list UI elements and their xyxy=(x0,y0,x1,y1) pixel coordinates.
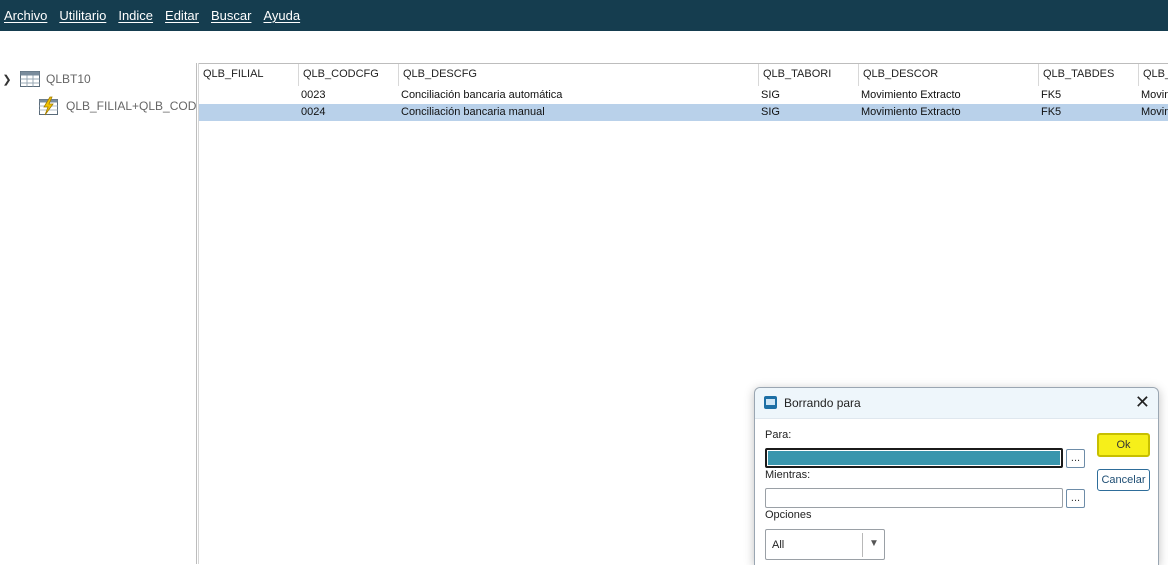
column-header[interactable]: QLB_TABORI xyxy=(759,64,859,86)
table-row[interactable]: 0023 Conciliación bancaria automática SI… xyxy=(199,87,1168,104)
menu-archivo[interactable]: Archivo xyxy=(0,8,55,23)
column-header[interactable]: QLB_CODCFG xyxy=(299,64,399,86)
cell-tabdes: FK5 xyxy=(1041,106,1062,118)
opciones-value: All xyxy=(772,539,785,551)
ok-button[interactable]: Ok xyxy=(1097,433,1150,457)
column-header[interactable]: QLB_TABDES xyxy=(1039,64,1139,86)
tree-item-table[interactable]: ❯ QLBT10 xyxy=(0,68,91,90)
table-icon xyxy=(20,71,40,87)
dialog-titlebar[interactable]: Borrando para ✕ xyxy=(755,388,1158,419)
para-label: Para: xyxy=(765,429,792,441)
tree-index-label: QLB_FILIAL+QLB_CODCFG xyxy=(66,99,196,113)
cell-filial xyxy=(199,87,299,104)
grid-header: QLB_FILIAL QLB_CODCFG QLB_DESCFG QLB_TAB… xyxy=(199,64,1168,86)
menu-editar[interactable]: Editar xyxy=(161,8,207,23)
table-tree: ❯ QLBT10 QLB_FILIAL+QLB_CODCFG xyxy=(0,63,196,564)
menu-indice[interactable]: Indice xyxy=(114,8,161,23)
dialog-title: Borrando para xyxy=(784,396,861,410)
tree-item-index[interactable]: QLB_FILIAL+QLB_CODCFG xyxy=(38,95,196,117)
dropdown-arrow-icon[interactable]: ▼ xyxy=(869,538,879,549)
column-header[interactable]: QLB_FILIAL xyxy=(199,64,299,86)
mientras-label: Mientras: xyxy=(765,469,811,481)
menu-utilitario[interactable]: Utilitario xyxy=(55,8,114,23)
cell-tabori: SIG xyxy=(761,89,780,101)
menu-ayuda[interactable]: Ayuda xyxy=(259,8,308,23)
tree-table-label: QLBT10 xyxy=(46,72,91,86)
close-icon[interactable]: ✕ xyxy=(1135,392,1150,412)
opciones-label: Opciones xyxy=(765,509,812,521)
para-field-selection xyxy=(768,451,1060,465)
cell-extra: Movin xyxy=(1141,89,1168,101)
cell-codcfg: 0023 xyxy=(301,89,326,101)
window-icon xyxy=(764,396,777,409)
cell-descfg: Conciliación bancaria automática xyxy=(401,89,563,101)
para-field[interactable] xyxy=(765,448,1063,468)
cancel-button[interactable]: Cancelar xyxy=(1097,469,1150,491)
mientras-field[interactable] xyxy=(765,488,1063,508)
cell-descor: Movimiento Extracto xyxy=(861,89,961,101)
index-icon xyxy=(39,96,58,116)
cell-codcfg: 0024 xyxy=(301,106,326,118)
cell-extra: Movin xyxy=(1141,106,1168,118)
mientras-lookup-button[interactable]: ... xyxy=(1066,489,1085,508)
table-row-selected[interactable]: 0024 Conciliación bancaria manual SIG Mo… xyxy=(199,104,1168,121)
delete-dialog: Borrando para ✕ Para: ... Mientras: ... … xyxy=(754,387,1159,565)
column-header[interactable]: QLB_DESCOR xyxy=(859,64,1039,86)
column-header[interactable]: QLB_DESCFG xyxy=(399,64,759,86)
cell-filial xyxy=(199,104,299,121)
menu-bar: Archivo Utilitario Indice Editar Buscar … xyxy=(0,0,1168,31)
menu-buscar[interactable]: Buscar xyxy=(207,8,259,23)
para-lookup-button[interactable]: ... xyxy=(1066,449,1085,468)
cell-descor: Movimiento Extracto xyxy=(861,106,961,118)
cell-tabdes: FK5 xyxy=(1041,89,1062,101)
column-header[interactable]: QLB_ xyxy=(1139,64,1168,86)
cell-descfg: Conciliación bancaria manual xyxy=(401,106,545,118)
cell-tabori: SIG xyxy=(761,106,780,118)
select-divider xyxy=(862,533,863,557)
opciones-select[interactable]: All ▼ xyxy=(765,529,885,560)
chevron-down-icon[interactable]: ❯ xyxy=(0,73,14,86)
